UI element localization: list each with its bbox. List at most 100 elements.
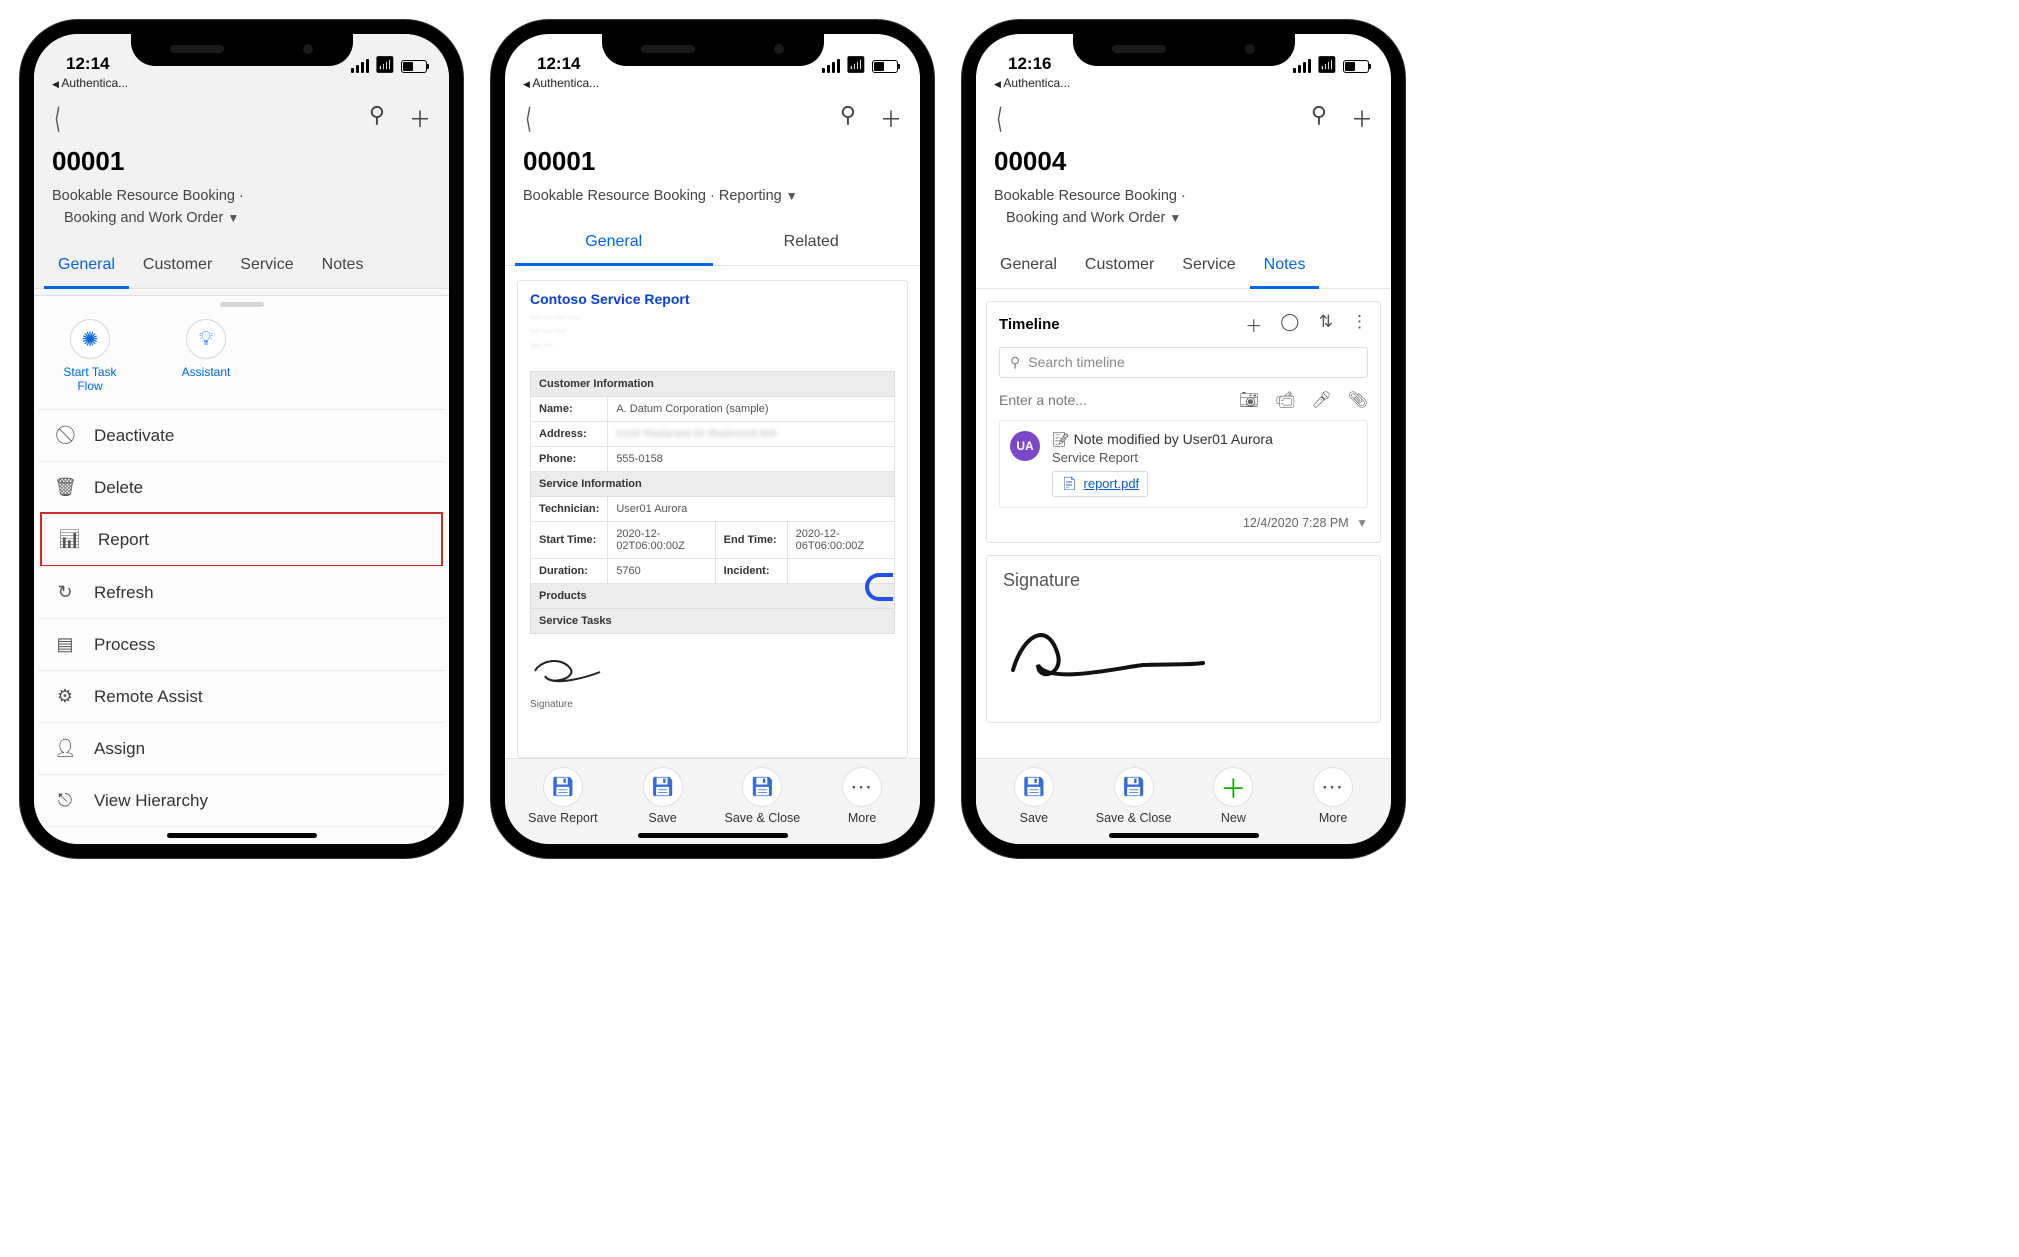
action-more[interactable]: ⋯More [812,767,912,822]
menu-assign[interactable]: 👤︎Assign [38,722,445,774]
attachment-link[interactable]: report.pdf [1084,476,1140,491]
menu-refresh[interactable]: ↻Refresh [38,566,445,618]
record-title: 00004 [994,146,1373,177]
timeline-item[interactable]: UA 📝︎ Note modified by User01 Aurora Ser… [999,420,1368,508]
tab-general[interactable]: General [986,244,1071,288]
mail-icon: ✉︎ [54,842,76,858]
action-new[interactable]: ＋New [1184,767,1284,822]
quick-assistant[interactable]: 💡︎ Assistant [170,319,242,393]
section-header: Service Tasks [531,609,895,634]
signal-icon [351,59,369,73]
bulb-icon: 💡︎ [186,319,226,359]
chevron-down-icon: ▼ [1356,516,1368,530]
save-icon: 💾︎ [1014,767,1054,807]
back-button[interactable]: ⟨ [54,102,61,135]
command-sheet: ✺ Start Task Flow 💡︎ Assistant 🚫︎Deactiv… [34,295,449,844]
action-bar: 💾︎Save 💾︎Save & Close ＋New ⋯More [976,758,1391,844]
back-button[interactable]: ⟨ [525,102,532,135]
tab-related[interactable]: Related [713,221,911,265]
task-flow-icon: ✺ [70,319,110,359]
pdf-icon: 📄︎ [1061,476,1078,492]
tab-customer[interactable]: Customer [129,244,226,288]
report-title: Contoso Service Report [530,291,895,307]
search-icon[interactable]: ⚲ [369,102,385,134]
wifi-icon: 📶︎ [1317,58,1337,74]
timeline-header: Timeline [999,316,1060,333]
search-icon[interactable]: ⚲ [840,102,856,134]
timeline-filter-icon[interactable]: ◯ [1280,312,1300,337]
search-icon[interactable]: ⚲ [1311,102,1327,134]
breadcrumb[interactable]: Authentica... [976,74,1391,90]
quick-start-task-flow[interactable]: ✺ Start Task Flow [54,319,126,393]
quick-label: Assistant [170,365,242,379]
menu-report[interactable]: 📊︎Report [40,512,443,567]
chevron-down-icon: ▼ [1169,209,1181,228]
wifi-icon: 📶︎ [846,58,866,74]
tab-customer[interactable]: Customer [1071,244,1168,288]
video-icon[interactable]: 📹︎ [1275,390,1295,410]
tab-service[interactable]: Service [1168,244,1249,288]
add-icon[interactable]: ＋ [880,102,902,134]
action-save[interactable]: 💾︎Save [984,767,1084,822]
timeline-search-input[interactable]: ⚲ Search timeline [999,347,1368,378]
save-close-icon: 💾︎ [742,767,782,807]
note-icon: 📝︎ [1052,431,1070,447]
tab-notes[interactable]: Notes [308,244,378,288]
signature-section[interactable]: Signature [986,555,1381,723]
timeline-add-icon[interactable]: ＋ [1245,312,1262,337]
refresh-icon: ↻ [54,582,76,603]
breadcrumb[interactable]: Authentica... [505,74,920,90]
action-save-close[interactable]: 💾︎Save & Close [713,767,813,822]
timeline-more-icon[interactable]: ⋮ [1351,312,1368,337]
action-more[interactable]: ⋯More [1283,767,1383,822]
camera-icon[interactable]: 📷︎ [1239,390,1259,410]
record-form-selector: Booking and Work Order [64,210,223,226]
report-table: Customer Information Name:A. Datum Corpo… [530,371,895,634]
action-save[interactable]: 💾︎Save [613,767,713,822]
menu-email-link[interactable]: ✉︎Email a Link [38,826,445,858]
add-icon[interactable]: ＋ [409,102,431,134]
more-icon: ⋯ [842,767,882,807]
report-preview[interactable]: Contoso Service Report — — — —— — —— — C… [517,280,908,758]
menu-deactivate[interactable]: 🚫︎Deactivate [38,409,445,461]
save-icon: 💾︎ [643,767,683,807]
breadcrumb[interactable]: Authentica... [34,74,449,90]
clock: 12:14 [537,54,580,74]
note-input[interactable]: Enter a note... [999,392,1087,408]
action-bar: 💾︎Save Report 💾︎Save 💾︎Save & Close ⋯Mor… [505,758,920,844]
signal-icon [1293,59,1311,73]
tab-general[interactable]: General [44,244,129,288]
process-icon: ▤ [54,634,76,655]
tab-service[interactable]: Service [226,244,307,288]
back-button[interactable]: ⟨ [996,102,1003,135]
action-save-report[interactable]: 💾︎Save Report [513,767,613,822]
trash-icon: 🗑︎ [54,477,76,498]
attachment[interactable]: 📄︎ report.pdf [1052,471,1148,497]
avatar: UA [1010,431,1040,461]
search-icon: ⚲ [1010,354,1020,371]
plus-icon: ＋ [1213,767,1253,807]
menu-remote-assist[interactable]: ⚙Remote Assist [38,670,445,722]
add-icon[interactable]: ＋ [1351,102,1373,134]
remote-assist-icon: ⚙ [54,686,76,707]
hierarchy-icon: ⎋ [54,790,76,811]
record-header: 00001 Bookable Resource Booking · Report… [505,146,920,221]
assign-icon: 👤︎ [54,738,76,759]
signal-icon [822,59,840,73]
mic-icon[interactable]: 🎤︎ [1311,390,1331,410]
record-tabs: General Related [505,221,920,266]
menu-view-hierarchy[interactable]: ⎋View Hierarchy [38,774,445,826]
action-save-close[interactable]: 💾︎Save & Close [1084,767,1184,822]
tab-notes[interactable]: Notes [1250,244,1320,288]
sheet-grab-handle[interactable] [220,302,264,307]
record-header: 00001 Bookable Resource Booking · Bookin… [34,146,449,244]
menu-process[interactable]: ▤Process [38,618,445,670]
menu-delete[interactable]: 🗑︎Delete [38,461,445,513]
clock: 12:16 [1008,54,1051,74]
wifi-icon: 📶︎ [375,58,395,74]
tab-general[interactable]: General [515,221,713,265]
phone-3: 12:16 📶︎ Authentica... ⟨ ⚲ ＋ 00004 Booka… [962,20,1405,858]
phone-1: 12:14 📶︎ Authentica... ⟨ ⚲ ＋ 00001 Booka… [20,20,463,858]
timeline-sort-icon[interactable]: ⇅ [1319,312,1333,337]
attach-icon[interactable]: 📎︎ [1348,390,1368,410]
